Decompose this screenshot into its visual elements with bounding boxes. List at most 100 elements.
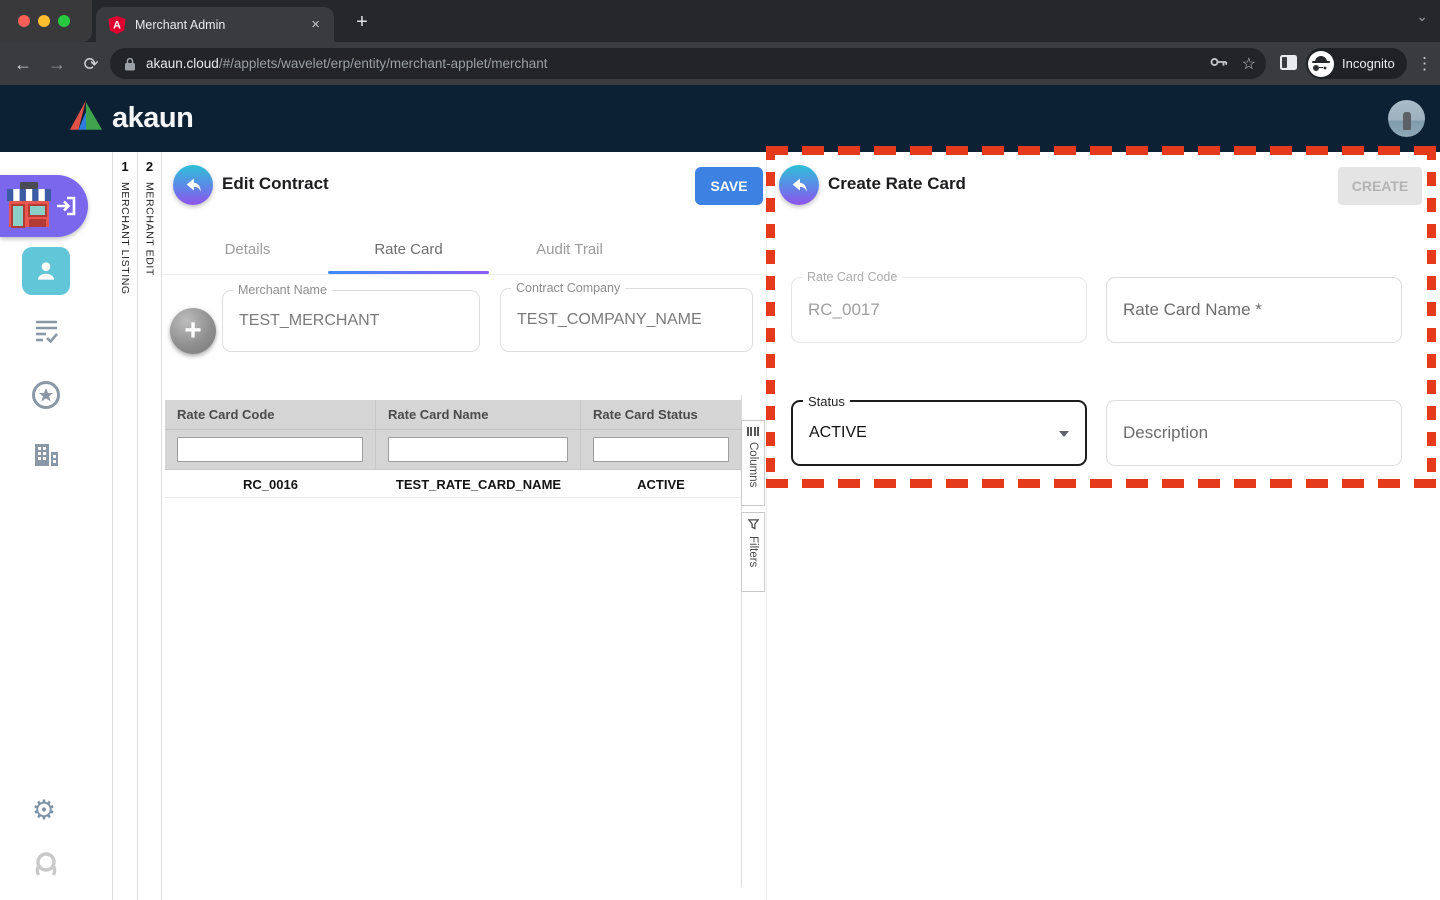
description-placeholder: Description	[1123, 423, 1208, 443]
app-header: akaun	[0, 85, 1440, 152]
workspace-tab-number: 2	[138, 159, 161, 174]
rate-card-name-placeholder: Rate Card Name *	[1123, 300, 1262, 320]
url-host: akaun.cloud	[146, 56, 219, 71]
back-button-create-rate-card[interactable]	[779, 165, 819, 205]
tab-details[interactable]: Details	[167, 228, 328, 272]
back-arrow-icon	[789, 175, 809, 195]
workspace-tab-merchant-listing[interactable]: 1 MERCHANT LISTING	[112, 152, 137, 900]
columns-icon	[747, 427, 759, 436]
browser-toolbar: ← → ⟳ akaun.cloud/#/applets/wavelet/erp/…	[0, 42, 1440, 85]
minimize-window-button[interactable]	[38, 15, 50, 27]
address-bar[interactable]: akaun.cloud/#/applets/wavelet/erp/entity…	[110, 48, 1266, 79]
forward-button[interactable]: →	[44, 51, 70, 77]
cell-rate-card-code: RC_0016	[165, 470, 376, 497]
filters-label: Filters	[747, 536, 759, 567]
sidebar-item-account[interactable]	[22, 852, 70, 882]
column-header-rate-card-name[interactable]: Rate Card Name	[376, 400, 581, 429]
edit-contract-panel: Edit Contract SAVE Details Rate Card Aud…	[163, 152, 765, 900]
column-header-rate-card-status[interactable]: Rate Card Status	[581, 400, 741, 429]
cell-rate-card-name: TEST_RATE_CARD_NAME	[376, 470, 581, 497]
columns-label: Columns	[747, 442, 759, 487]
browser-menu-icon[interactable]: ⋮	[1416, 51, 1433, 77]
workspace-tab-label: MERCHANT LISTING	[119, 182, 131, 295]
side-panel-icon[interactable]	[1280, 55, 1297, 70]
password-key-icon[interactable]	[1210, 55, 1228, 73]
create-rate-card-title: Create Rate Card	[828, 174, 966, 194]
table-row[interactable]: RC_0016 TEST_RATE_CARD_NAME ACTIVE	[165, 470, 741, 498]
close-window-button[interactable]	[18, 15, 30, 27]
contract-company-field: Contract Company TEST_COMPANY_NAME	[500, 288, 753, 352]
sidebar-item-merchant-active[interactable]	[0, 175, 88, 237]
profile-head-icon	[32, 852, 60, 882]
maximize-window-button[interactable]	[58, 15, 70, 27]
contract-company-value: TEST_COMPANY_NAME	[517, 311, 702, 329]
add-rate-card-button[interactable]: +	[170, 308, 216, 354]
create-button[interactable]: CREATE	[1338, 167, 1422, 205]
status-select[interactable]: Status ACTIVE	[791, 400, 1087, 466]
close-tab-icon[interactable]: ×	[309, 16, 322, 33]
column-header-rate-card-code[interactable]: Rate Card Code	[165, 400, 376, 429]
merchant-name-value: TEST_MERCHANT	[239, 312, 379, 330]
person-icon	[33, 258, 59, 284]
url-path: /#/applets/wavelet/erp/entity/merchant-a…	[219, 56, 548, 71]
svg-text:A: A	[113, 19, 121, 31]
table-filter-row	[165, 430, 741, 470]
akaun-triangle-icon	[68, 99, 104, 137]
tab-rate-card[interactable]: Rate Card	[328, 228, 489, 272]
incognito-badge: Incognito	[1306, 48, 1407, 79]
create-rate-card-panel: Create Rate Card CREATE Rate Card Code R…	[766, 152, 1440, 900]
merchant-name-label: Merchant Name	[233, 283, 332, 297]
sidebar-item-organization[interactable]	[22, 442, 70, 468]
tab-search-icon[interactable]: ⌄	[1416, 8, 1428, 25]
table-side-strip: Columns Filters	[741, 395, 765, 887]
reload-button[interactable]: ⟳	[78, 51, 104, 77]
contract-company-label: Contract Company	[511, 281, 625, 295]
star-circle-icon	[31, 380, 61, 410]
edit-contract-title: Edit Contract	[222, 174, 329, 194]
save-button[interactable]: SAVE	[695, 167, 763, 205]
edit-contract-tabs: Details Rate Card Audit Trail	[163, 228, 765, 275]
task-list-icon	[32, 318, 60, 344]
status-label: Status	[803, 394, 850, 409]
sidebar-item-favorites[interactable]	[22, 380, 70, 410]
rate-card-code-field: Rate Card Code RC_0017	[791, 277, 1087, 343]
back-button[interactable]: ←	[10, 51, 36, 77]
app-sidebar: ⚙	[0, 152, 90, 900]
storefront-icon	[4, 180, 56, 237]
building-icon	[32, 442, 60, 468]
bookmark-star-icon[interactable]: ☆	[1242, 54, 1256, 74]
incognito-label: Incognito	[1342, 56, 1395, 71]
workspace-tab-merchant-edit[interactable]: 2 MERCHANT EDIT	[137, 152, 162, 900]
browser-tab[interactable]: A Merchant Admin ×	[96, 7, 334, 42]
browser-tabstrip: A Merchant Admin × + ⌄	[0, 0, 1440, 42]
lock-icon	[124, 57, 136, 71]
description-field[interactable]: Description	[1106, 400, 1402, 466]
rate-card-code-value: RC_0017	[808, 300, 880, 320]
rate-card-code-label: Rate Card Code	[802, 270, 902, 284]
filter-input-rate-card-name[interactable]	[388, 437, 568, 462]
active-tab-underline	[328, 271, 489, 274]
rate-card-name-field[interactable]: Rate Card Name *	[1106, 277, 1402, 343]
filter-input-rate-card-status[interactable]	[593, 437, 729, 462]
tab-title: Merchant Admin	[135, 18, 309, 32]
user-avatar[interactable]	[1388, 100, 1425, 137]
filter-input-rate-card-code[interactable]	[177, 437, 363, 462]
merchant-name-field: Merchant Name TEST_MERCHANT	[222, 290, 480, 352]
incognito-spy-icon	[1308, 51, 1334, 77]
sidebar-item-profile[interactable]	[22, 247, 70, 295]
rate-card-table: Rate Card Code Rate Card Name Rate Card …	[165, 400, 741, 498]
columns-side-tab[interactable]: Columns	[741, 420, 765, 506]
enter-arrow-icon	[54, 194, 78, 223]
tab-audit-trail[interactable]: Audit Trail	[489, 228, 650, 272]
page: A Merchant Admin × + ⌄ ← → ⟳ akaun.cloud…	[0, 0, 1440, 900]
cell-rate-card-status: ACTIVE	[581, 470, 741, 497]
sidebar-item-tasklist[interactable]	[22, 318, 70, 344]
chevron-down-icon	[1059, 431, 1069, 437]
new-tab-button[interactable]: +	[348, 9, 376, 37]
back-arrow-icon	[183, 175, 203, 195]
settings-gear-icon[interactable]: ⚙	[20, 795, 68, 826]
filter-funnel-icon	[748, 519, 759, 530]
workspace-tab-label: MERCHANT EDIT	[144, 182, 156, 276]
back-button-edit-contract[interactable]	[173, 165, 213, 205]
filters-side-tab[interactable]: Filters	[741, 512, 765, 592]
